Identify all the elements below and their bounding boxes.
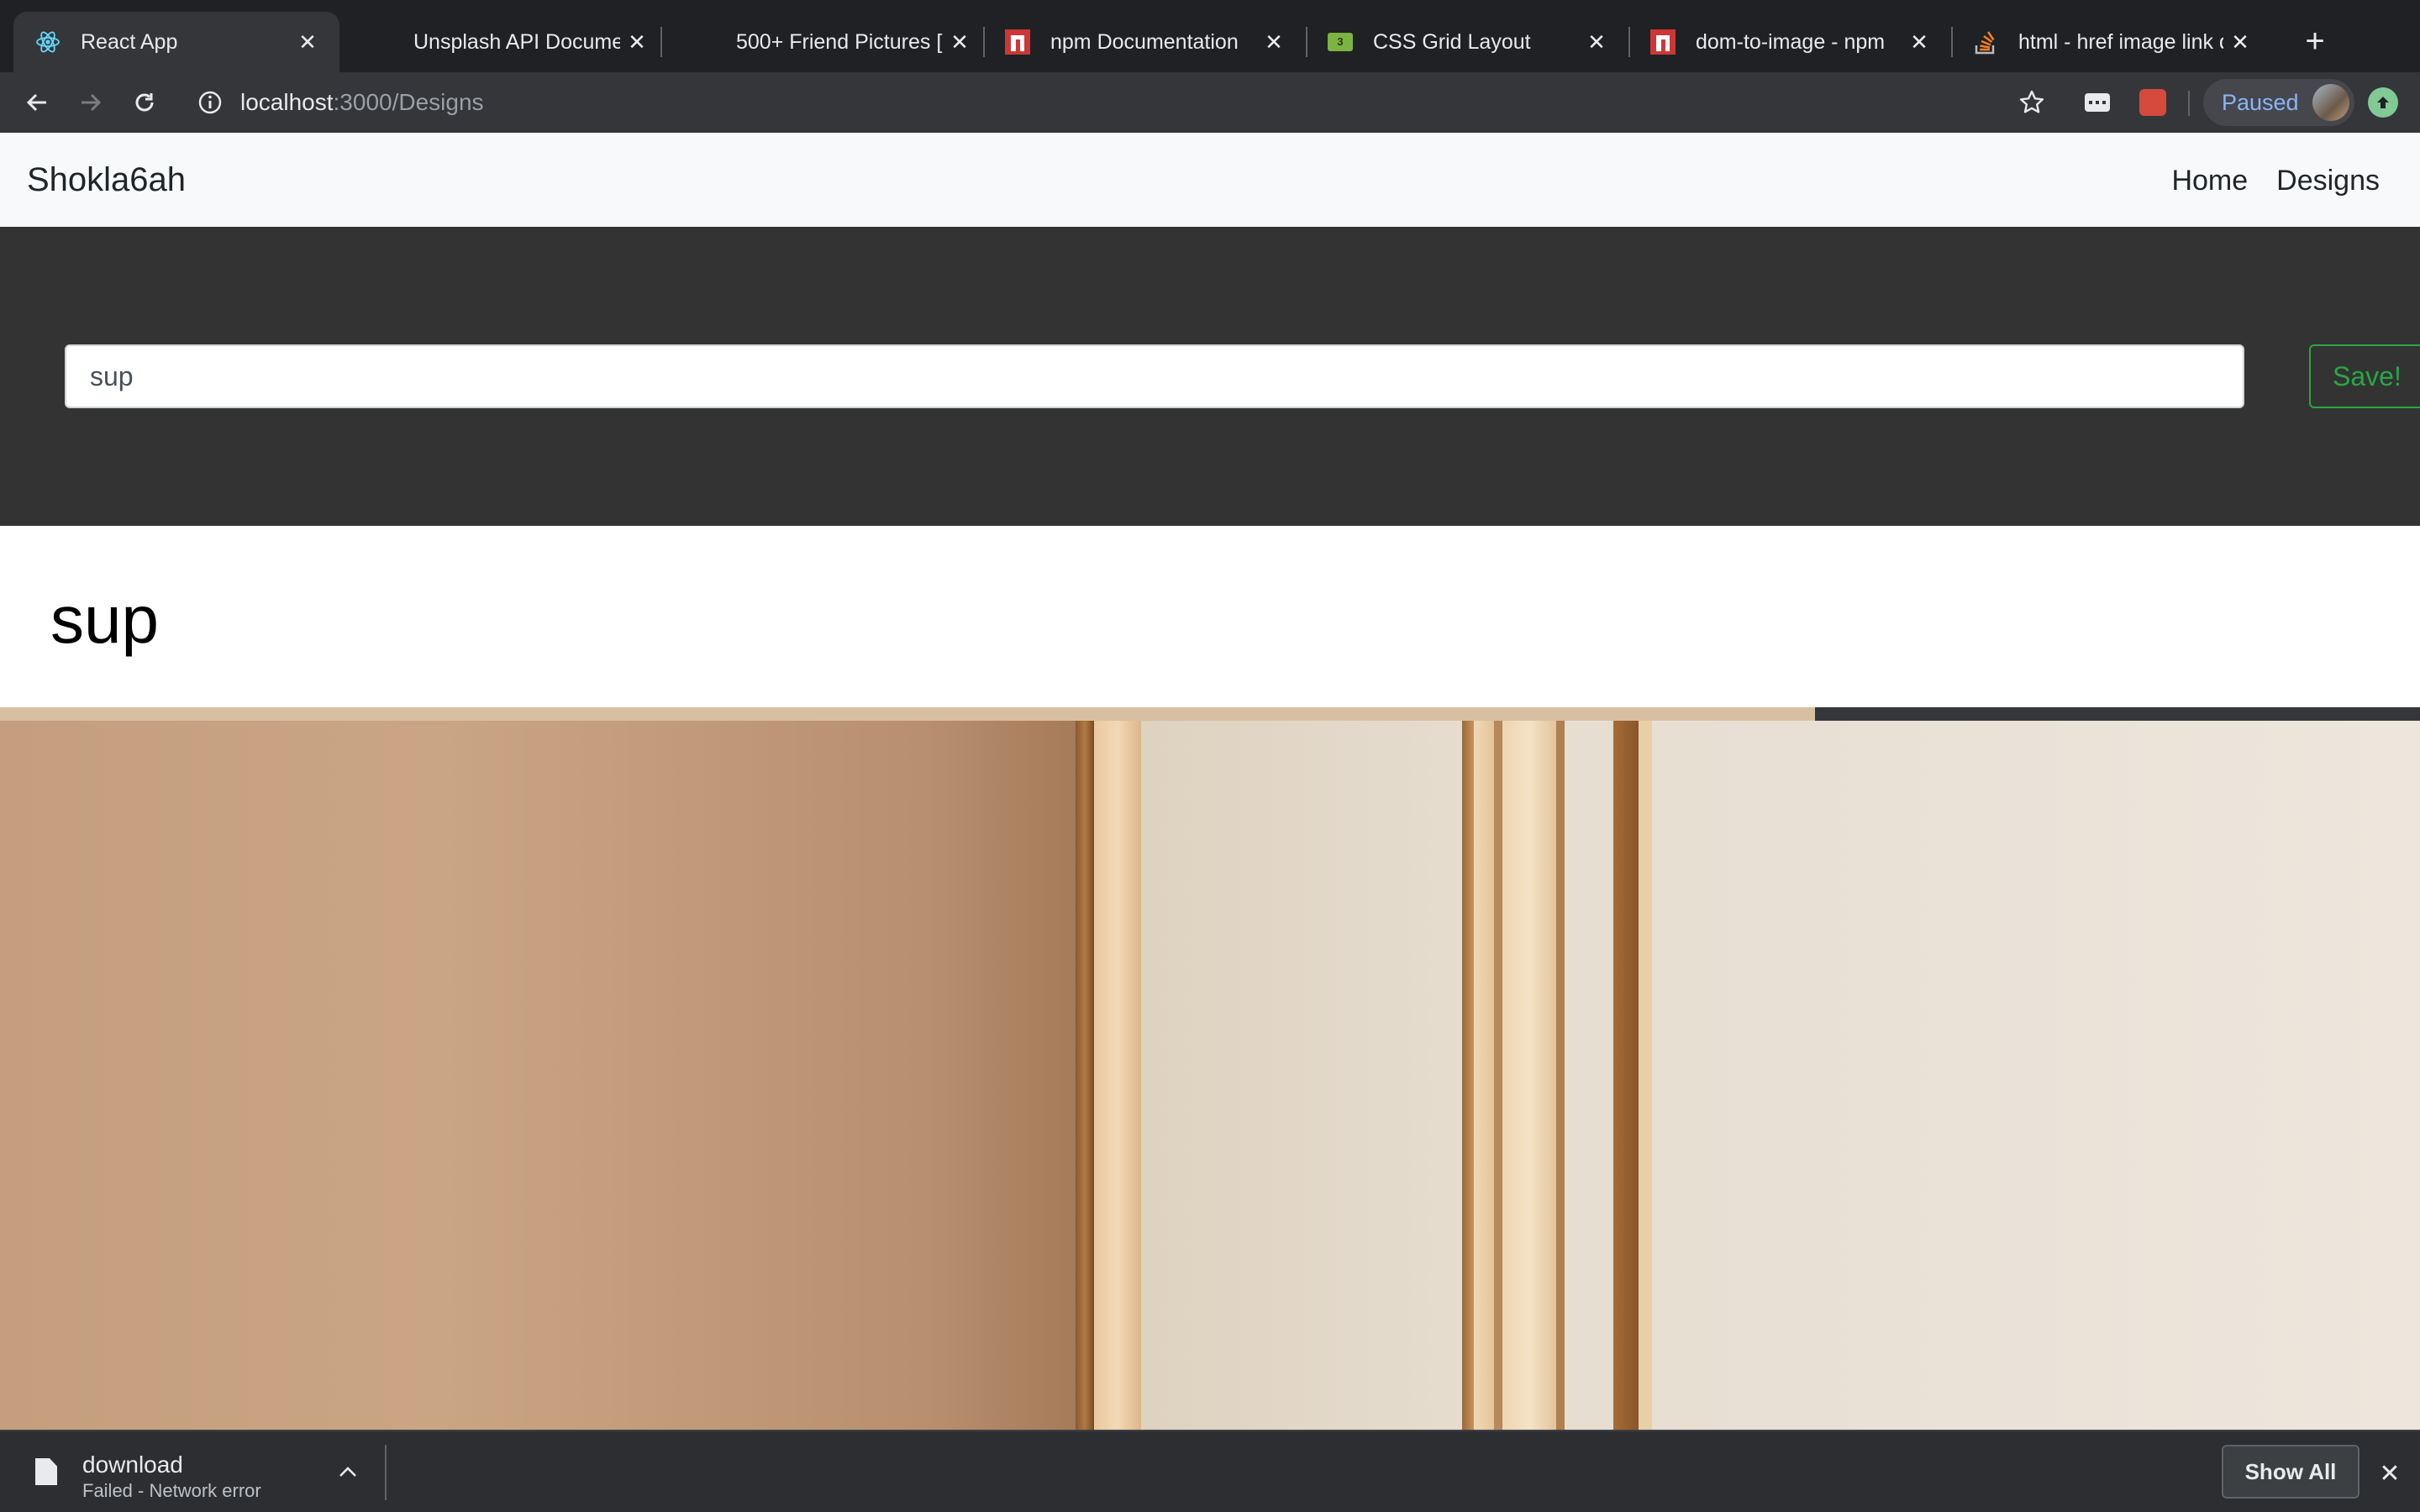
star-icon: [2019, 90, 2044, 113]
tab-npm-docs[interactable]: npm Documentation ✕: [983, 12, 1306, 72]
shelf-divider: [385, 1445, 387, 1500]
reload-button[interactable]: [124, 82, 165, 123]
design-editor: Save!: [0, 227, 2420, 526]
tab-title: React App: [81, 29, 178, 54]
tab-title: dom-to-image - npm: [1696, 29, 1886, 54]
unsplash-icon: [368, 29, 393, 55]
nav-link-designs[interactable]: Designs: [2276, 165, 2380, 197]
react-icon: [35, 29, 60, 55]
toolbar-divider: [2188, 91, 2190, 116]
update-button[interactable]: [2368, 87, 2398, 118]
arrow-up-icon: [2377, 97, 2389, 108]
npm-icon: [1005, 29, 1030, 55]
file-icon: [35, 1458, 57, 1485]
preview-text: sup: [50, 582, 159, 657]
tab-title: Unsplash API Documentation: [413, 29, 620, 54]
tab-title: npm Documentation: [1050, 29, 1239, 54]
download-shelf: download Failed - Network error Show All…: [0, 1430, 2420, 1512]
tab-stackoverflow[interactable]: html - href image link download ✕: [1951, 12, 2272, 72]
save-button[interactable]: Save!: [2309, 344, 2420, 408]
tab-unsplash-api[interactable]: Unsplash API Documentation ✕: [346, 12, 669, 72]
npm-icon: [1650, 29, 1676, 55]
design-preview: sup: [0, 526, 2420, 707]
tab-separator: [660, 27, 662, 57]
profile-status: Paused: [2222, 89, 2299, 115]
extension-button[interactable]: [2077, 82, 2118, 123]
arrow-right-icon: [82, 93, 102, 112]
tab-title: 500+ Friend Pictures [HD]: [736, 29, 943, 54]
unsplash-icon: [691, 29, 716, 55]
design-text-input[interactable]: [65, 344, 2244, 408]
tab-friend-pictures[interactable]: 500+ Friend Pictures [HD] ✕: [669, 12, 992, 72]
background-photo: [0, 707, 2420, 1430]
close-tab-icon[interactable]: ✕: [620, 25, 654, 59]
close-tab-icon[interactable]: ✕: [1902, 25, 1936, 59]
close-tab-icon[interactable]: ✕: [943, 25, 976, 59]
tab-css-grid[interactable]: 3 CSS Grid Layout ✕: [1306, 12, 1628, 72]
extension-icon: [2139, 89, 2166, 116]
download-options-button[interactable]: [333, 1457, 363, 1487]
browser-toolbar: localhost:3000/Designs Paused: [0, 72, 2420, 133]
address-bar[interactable]: localhost:3000/Designs: [187, 79, 2161, 126]
info-icon[interactable]: [197, 89, 224, 116]
close-tab-icon[interactable]: ✕: [1580, 25, 1613, 59]
tab-react-app[interactable]: React App ✕: [13, 12, 339, 72]
app-navbar: Shokla6ah Home Designs: [0, 133, 2420, 227]
avatar: [2312, 84, 2349, 121]
bookmark-button[interactable]: [2012, 82, 2052, 123]
new-tab-button[interactable]: +: [2296, 22, 2334, 60]
back-button[interactable]: [17, 82, 57, 123]
download-status: Failed - Network error: [82, 1480, 261, 1501]
download-file-name[interactable]: download: [82, 1452, 183, 1478]
close-icon[interactable]: ✕: [2373, 1457, 2407, 1490]
arrow-left-icon: [26, 93, 46, 112]
nav-links: Home Designs: [2171, 165, 2380, 197]
nav-link-home[interactable]: Home: [2171, 165, 2248, 197]
tab-title: html - href image link download: [2018, 29, 2223, 54]
extension-button[interactable]: [2133, 82, 2173, 123]
close-tab-icon[interactable]: ✕: [2223, 25, 2257, 59]
browser-tab-bar: React App ✕ Unsplash API Documentation ✕…: [0, 0, 2420, 72]
tab-title: CSS Grid Layout: [1373, 29, 1531, 54]
chevron-up-icon: [339, 1467, 356, 1477]
show-all-button[interactable]: Show All: [2222, 1445, 2360, 1499]
profile-button[interactable]: Paused: [2203, 79, 2354, 126]
url-path: :3000/Designs: [333, 89, 484, 115]
stackoverflow-icon: [1973, 29, 1998, 55]
close-tab-icon[interactable]: ✕: [291, 25, 324, 59]
close-tab-icon[interactable]: ✕: [1257, 25, 1291, 59]
extension-dots-icon: [2085, 93, 2110, 112]
brand-link[interactable]: Shokla6ah: [27, 161, 186, 199]
forward-button[interactable]: [71, 82, 111, 123]
css-icon: 3: [1328, 29, 1353, 55]
tab-dom-to-image[interactable]: dom-to-image - npm ✕: [1628, 12, 1951, 72]
url-host: localhost: [240, 89, 334, 115]
reload-icon: [135, 93, 154, 112]
